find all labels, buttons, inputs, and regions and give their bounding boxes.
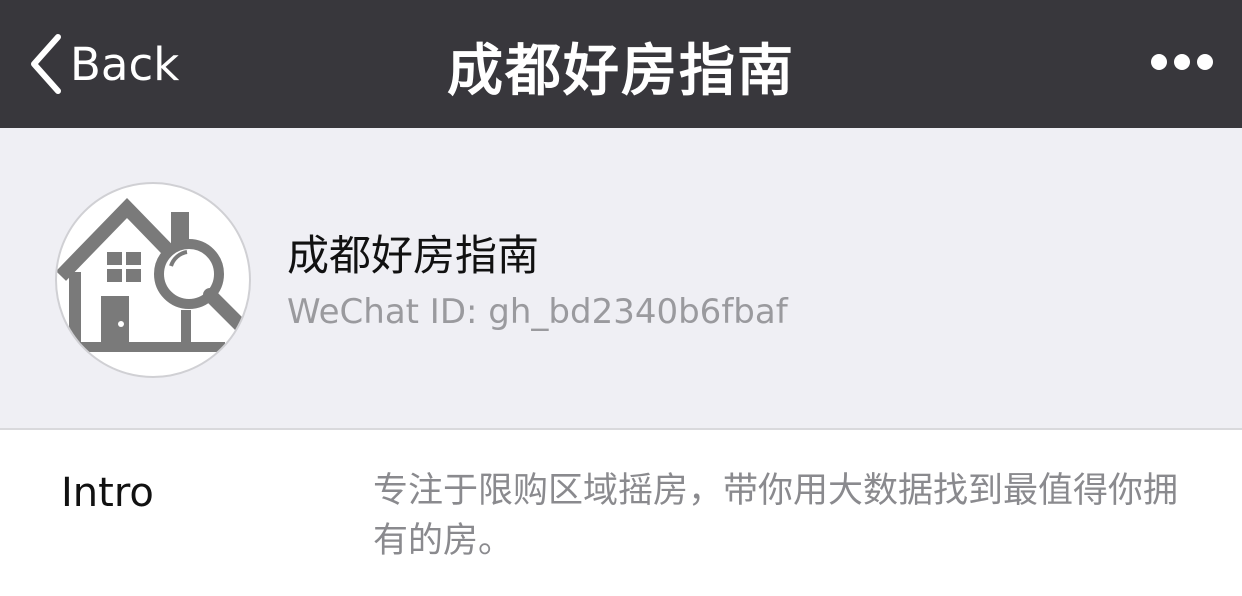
intro-label: Intro — [61, 470, 154, 516]
divider — [0, 428, 1242, 430]
house-search-icon — [57, 197, 249, 352]
avatar[interactable] — [55, 182, 251, 378]
more-dots-icon — [1151, 54, 1213, 70]
account-name: 成都好房指南 — [287, 231, 540, 280]
page-title: 成都好房指南 — [447, 39, 795, 104]
profile-header: 成都好房指南 WeChat ID: gh_bd2340b6fbaf — [0, 128, 1242, 428]
intro-text: 专注于限购区域摇房，带你用大数据找到最值得你拥有的房。 — [373, 471, 1179, 561]
wechat-id: WeChat ID: gh_bd2340b6fbaf — [287, 292, 788, 332]
navigation-bar: Back 成都好房指南 — [0, 0, 1242, 128]
more-button[interactable] — [1150, 50, 1214, 74]
